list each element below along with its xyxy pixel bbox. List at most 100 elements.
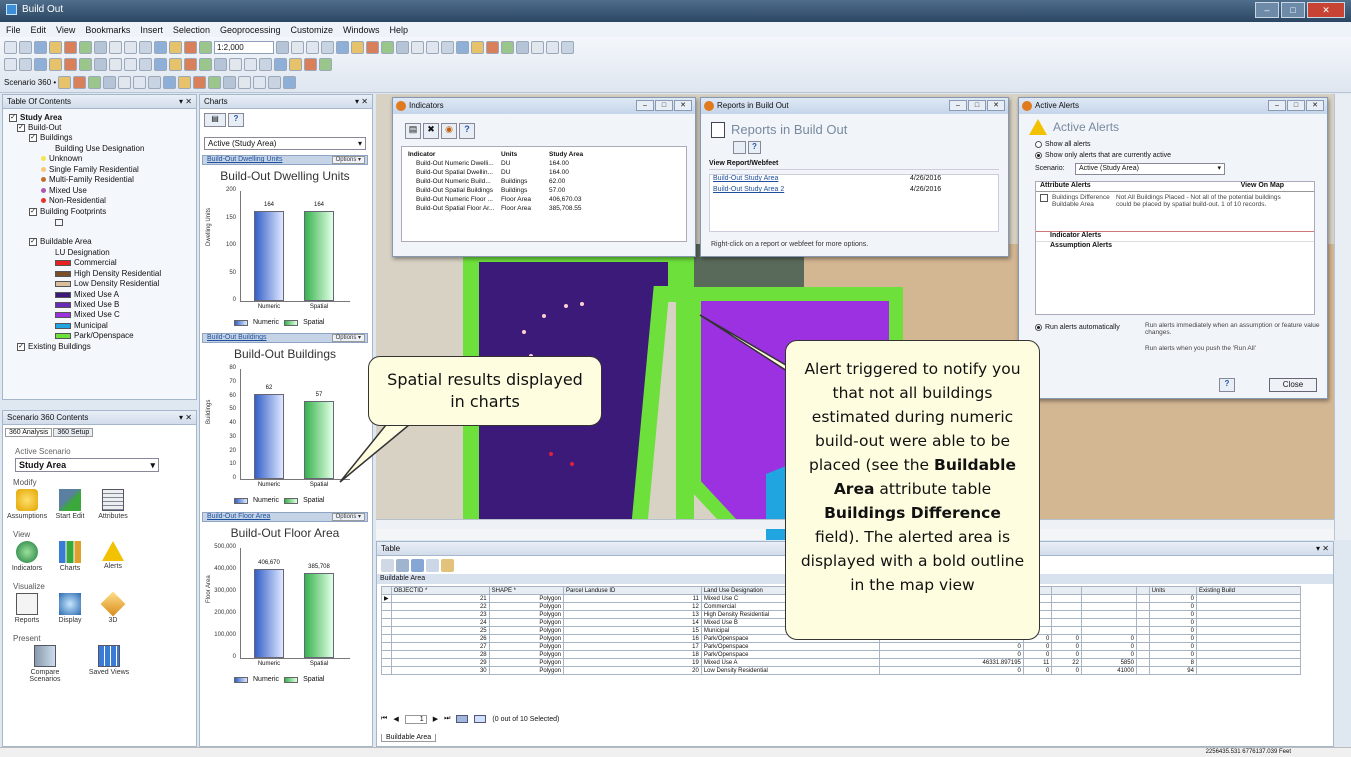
chart-icon[interactable]: ▤ bbox=[405, 123, 421, 139]
toolbar-button-icon[interactable] bbox=[486, 40, 499, 54]
toolbar-button-icon[interactable] bbox=[124, 40, 137, 54]
toolbar-button-icon[interactable] bbox=[208, 75, 222, 89]
maximize-button[interactable]: □ bbox=[655, 100, 673, 111]
toolbar-button-icon[interactable] bbox=[244, 57, 257, 71]
row-selector[interactable] bbox=[381, 642, 392, 651]
toolbar-button-icon[interactable] bbox=[133, 75, 147, 89]
3d-tool[interactable]: 3D bbox=[93, 591, 133, 624]
select-by-attributes-icon[interactable] bbox=[411, 558, 424, 572]
toolbar-button-icon[interactable] bbox=[501, 40, 514, 54]
report-link[interactable]: Build-Out Study Area 2 bbox=[713, 186, 784, 193]
toolbar-button-icon[interactable] bbox=[319, 57, 332, 71]
toolbar-button-icon[interactable] bbox=[34, 57, 47, 71]
menu-geoprocessing[interactable]: Geoprocessing bbox=[220, 25, 281, 35]
toc-item[interactable]: Mixed Use C bbox=[55, 310, 120, 319]
toc-item[interactable]: ✓ Study Area bbox=[9, 113, 62, 122]
toolbar-button-icon[interactable] bbox=[118, 75, 132, 89]
toc-close-icon[interactable]: ▾ ✕ bbox=[179, 95, 192, 108]
row-selector[interactable]: ▶ bbox=[381, 594, 392, 603]
reports-tool[interactable]: Reports bbox=[7, 593, 47, 624]
alerts-tool[interactable]: Alerts bbox=[93, 541, 133, 570]
toolbar-button-icon[interactable] bbox=[283, 75, 297, 89]
toolbar-button-icon[interactable] bbox=[94, 57, 107, 71]
report-link[interactable]: Build-Out Study Area bbox=[713, 175, 778, 182]
row-selector[interactable] bbox=[381, 666, 392, 675]
toc-item[interactable]: Mixed Use A bbox=[55, 290, 119, 299]
toc-item[interactable]: Multi-Family Residential bbox=[41, 175, 134, 184]
table-row[interactable]: 30 Polygon 20 Low Density Residential 0 0 0 410… bbox=[381, 666, 1302, 675]
layer-checkbox[interactable]: ✓ bbox=[29, 133, 37, 142]
grid-column-header[interactable]: OBJECTID * bbox=[390, 586, 490, 595]
minimize-button[interactable]: – bbox=[949, 100, 967, 111]
toolbar-button-icon[interactable] bbox=[259, 57, 272, 71]
toolbar-button-icon[interactable] bbox=[253, 75, 267, 89]
row-selector[interactable] bbox=[381, 602, 392, 611]
help-icon[interactable]: ? bbox=[1219, 378, 1235, 392]
grid-column-header[interactable]: Parcel Landuse ID bbox=[563, 586, 702, 595]
active-scenario-select[interactable]: Study Area ▾ bbox=[15, 458, 159, 472]
toolbar-button-icon[interactable] bbox=[193, 75, 207, 89]
toolbar-button-icon[interactable] bbox=[34, 40, 47, 54]
show-all-records-icon[interactable] bbox=[456, 715, 469, 723]
toolbar-button-icon[interactable] bbox=[274, 57, 287, 71]
new-report-icon[interactable] bbox=[733, 141, 746, 154]
attributes-tool[interactable]: Attributes bbox=[93, 489, 133, 520]
toc-item[interactable]: ✓ Buildings bbox=[29, 133, 72, 142]
alerts-scenario-select[interactable]: Active (Study Area) ▾ bbox=[1075, 163, 1225, 175]
toolbar-button-icon[interactable] bbox=[306, 40, 319, 54]
toolbar-button-icon[interactable] bbox=[471, 40, 484, 54]
toolbar-button-icon[interactable] bbox=[214, 57, 227, 71]
toc-item[interactable]: Low Density Residential bbox=[55, 279, 159, 288]
toolbar-button-icon[interactable] bbox=[229, 57, 242, 71]
toc-item[interactable]: Non-Residential bbox=[41, 196, 106, 205]
toolbar-button-icon[interactable] bbox=[154, 57, 167, 71]
chart-header[interactable]: Build-Out Dwelling Units Options ▾ bbox=[202, 155, 368, 165]
report-item[interactable]: Build-Out Study Area 2 4/26/2016 bbox=[710, 186, 998, 197]
start-edit-tool[interactable]: Start Edit bbox=[50, 489, 90, 520]
toc-item[interactable]: Mixed Use bbox=[41, 186, 87, 195]
grid-column-header[interactable]: SHAPE * bbox=[488, 586, 565, 595]
first-record-button[interactable]: ⏮ bbox=[381, 715, 387, 723]
close-button[interactable]: ✕ bbox=[987, 100, 1005, 111]
toolbar-button-icon[interactable] bbox=[169, 40, 182, 54]
toolbar-button-icon[interactable] bbox=[109, 57, 122, 71]
toolbar-button-icon[interactable] bbox=[381, 40, 394, 54]
menu-bookmarks[interactable]: Bookmarks bbox=[85, 25, 130, 35]
chart-options-button[interactable]: Options ▾ bbox=[331, 513, 365, 521]
tools-icon[interactable]: ✖ bbox=[423, 123, 439, 139]
indicator-row[interactable]: Build-Out Numeric Dwelli... DU 164.00 bbox=[402, 159, 594, 168]
toolbar-button-icon[interactable] bbox=[276, 40, 289, 54]
toc-item[interactable]: ✓ Existing Buildings bbox=[17, 342, 91, 351]
show-active-option[interactable]: Show only alerts that are currently acti… bbox=[1035, 152, 1171, 159]
alert-checkbox[interactable] bbox=[1040, 194, 1048, 202]
assumptions-tool[interactable]: Assumptions bbox=[7, 489, 47, 520]
toolbar-button-icon[interactable] bbox=[184, 57, 197, 71]
indicators-tool[interactable]: Indicators bbox=[7, 541, 47, 572]
toolbar-button-icon[interactable] bbox=[109, 40, 122, 54]
toolbar-button-icon[interactable] bbox=[124, 57, 137, 71]
toolbar-button-icon[interactable] bbox=[49, 57, 62, 71]
toolbar-button-icon[interactable] bbox=[238, 75, 252, 89]
toolbar-button-icon[interactable] bbox=[148, 75, 162, 89]
menu-selection[interactable]: Selection bbox=[173, 25, 210, 35]
grid-column-header[interactable] bbox=[1080, 586, 1137, 595]
clear-selection-icon[interactable] bbox=[441, 558, 454, 572]
toolbar-button-icon[interactable] bbox=[58, 75, 72, 89]
indicator-row[interactable]: Build-Out Spatial Dwellin... DU 164.00 bbox=[402, 168, 594, 177]
toolbar-button-icon[interactable] bbox=[304, 57, 317, 71]
map-scale-select[interactable]: 1:2,000 bbox=[214, 40, 274, 54]
toolbar-button-icon[interactable] bbox=[366, 40, 379, 54]
toolbar-button-icon[interactable] bbox=[351, 40, 364, 54]
indicators-column-header[interactable]: Study Area bbox=[546, 150, 594, 159]
show-selected-icon[interactable] bbox=[474, 715, 487, 723]
minimize-button[interactable]: – bbox=[636, 100, 654, 111]
chart-header[interactable]: Build-Out Buildings Options ▾ bbox=[202, 333, 368, 343]
menu-view[interactable]: View bbox=[56, 25, 75, 35]
close-button[interactable]: ✕ bbox=[1307, 2, 1345, 18]
toolbar-button-icon[interactable] bbox=[169, 57, 182, 71]
chart-options-button[interactable]: Options ▾ bbox=[331, 156, 365, 164]
table-row[interactable]: 28 Polygon 18 Park/Openspace 0 0 0 0 0 bbox=[381, 650, 1302, 659]
close-alerts-button[interactable]: Close bbox=[1269, 378, 1317, 392]
display-tool[interactable]: Display bbox=[50, 593, 90, 624]
scenario360-close-icon[interactable]: ▾ ✕ bbox=[179, 411, 192, 424]
